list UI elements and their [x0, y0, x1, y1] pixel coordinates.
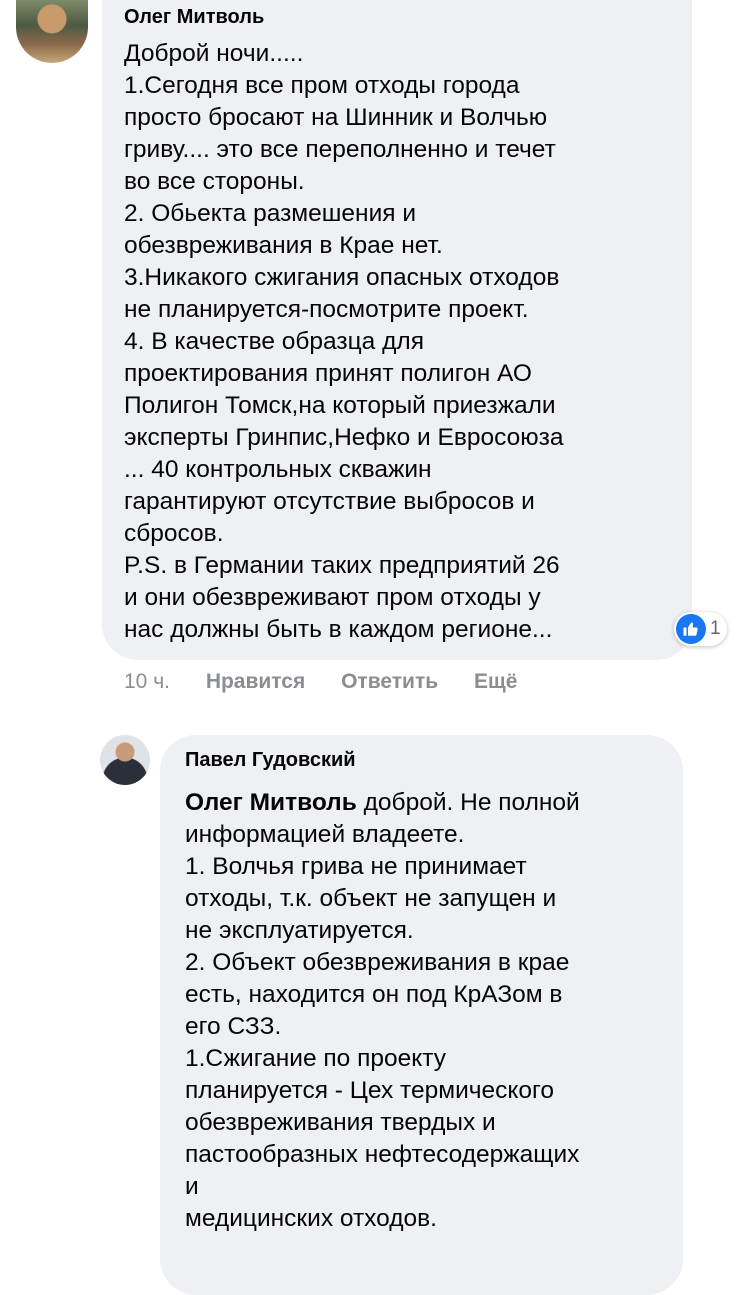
reply-text: Олег Митволь доброй. Не полной информаци…	[185, 787, 685, 1235]
reply-line: 1.Сжигание по проекту	[185, 1045, 446, 1072]
comment-timestamp[interactable]: 10 ч.	[124, 670, 170, 694]
comment-line: 3.Никакого сжигания опасных отходов	[124, 264, 560, 291]
comment-line: гриву.... это все переполненно и течет	[124, 136, 556, 163]
reply-first-line: Олег Митволь доброй. Не полной	[185, 787, 685, 819]
comment-line: обезвреживания в Крае нет.	[124, 232, 443, 259]
reply-line: 1. Волчья грива не принимает	[185, 853, 527, 880]
comment-line: во все стороны.	[124, 168, 305, 195]
comment-line: гарантируют отсутствие выбросов и	[124, 488, 535, 515]
reaction-summary[interactable]: 1	[674, 612, 727, 646]
comment-line: 4. В качестве образца для	[124, 328, 424, 355]
comment-text: Доброй ночи..... 1.Сегодня все пром отхо…	[124, 38, 694, 646]
comment-line: эксперты Гринпис,Нефко и Евросоюза	[124, 424, 564, 451]
reply-button[interactable]: Ответить	[341, 670, 438, 694]
reply-line: пастообразных нефтесодержащих	[185, 1141, 580, 1168]
mention-link[interactable]: Олег Митволь	[185, 789, 357, 816]
reply-line: отходы, т.к. объект не запущен и	[185, 885, 557, 912]
reply-line: 2. Объект обезвреживания в крае	[185, 949, 570, 976]
like-button[interactable]: Нравится	[206, 670, 305, 694]
comment-line: нас должны быть в каждом регионе...	[124, 616, 553, 643]
reply-line: планируется - Цех термического	[185, 1077, 555, 1104]
reply-line: информацией владеете.	[185, 821, 465, 848]
reply-line: его СЗЗ.	[185, 1013, 282, 1040]
comment-actions: 10 ч. Нравится Ответить Ещё	[124, 670, 517, 694]
avatar-oleg-mitvol[interactable]	[16, 0, 88, 63]
comment-line: 2. Обьекта размешения и	[124, 200, 417, 227]
reply-line: не эксплуатируется.	[185, 917, 414, 944]
comment-line: Доброй ночи.....	[124, 40, 304, 67]
reply-line: медицинских отходов.	[185, 1205, 437, 1232]
comment-line: проектирования принят полигон АО	[124, 360, 532, 387]
comment-line: ... 40 контрольных скважин	[124, 456, 432, 483]
reply-line-rest: доброй. Не полной	[356, 789, 580, 816]
comment-line: P.S. в Германии таких предприятий 26	[124, 552, 560, 579]
more-button[interactable]: Ещё	[474, 670, 517, 694]
avatar-pavel-gudovsky[interactable]	[100, 735, 150, 785]
comment-author[interactable]: Олег Митволь	[124, 6, 264, 29]
like-icon	[676, 614, 706, 644]
comment-line: и они обезвреживают пром отходы у	[124, 584, 541, 611]
reply-line: обезвреживания твердых и	[185, 1109, 496, 1136]
reply-author[interactable]: Павел Гудовский	[185, 749, 356, 772]
comment-line: не планируется-посмотрите проект.	[124, 296, 529, 323]
comment-line: сбросов.	[124, 520, 224, 547]
reaction-count: 1	[710, 618, 721, 639]
comment-line: 1.Сегодня все пром отходы города	[124, 72, 520, 99]
comment-line: Полигон Томск,на который приезжали	[124, 392, 556, 419]
reply-line: и	[185, 1173, 199, 1200]
comment-line: просто бросают на Шинник и Волчью	[124, 104, 548, 131]
reply-line: есть, находится он под КрАЗом в	[185, 981, 563, 1008]
